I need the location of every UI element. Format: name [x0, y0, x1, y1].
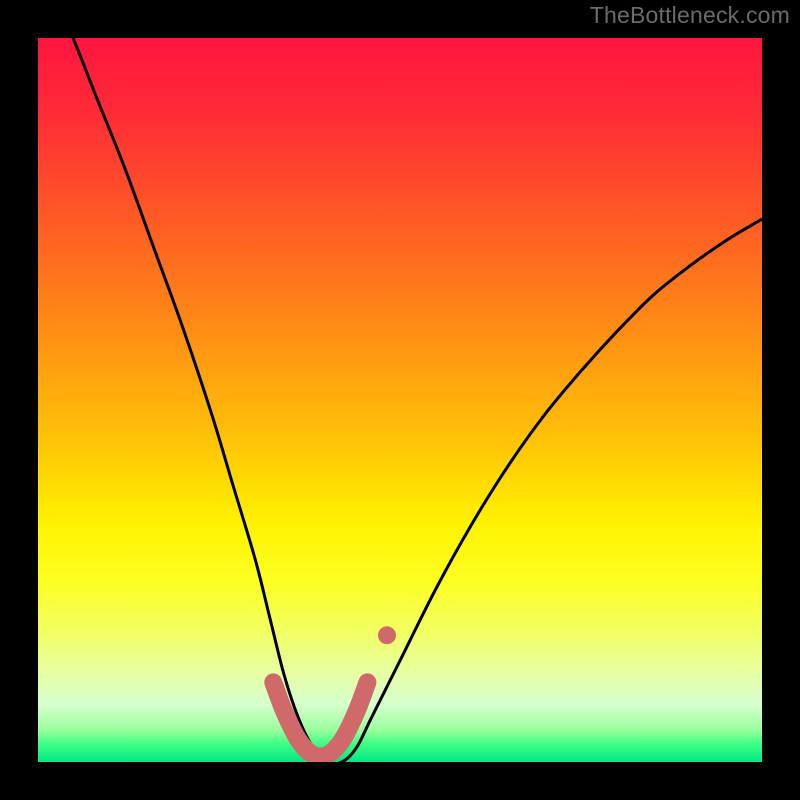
curve-layer: [38, 38, 762, 762]
highlight-band: [273, 682, 367, 756]
watermark-text: TheBottleneck.com: [590, 2, 790, 29]
highlight-dot: [378, 626, 396, 644]
chart-frame: TheBottleneck.com: [0, 0, 800, 800]
bottleneck-curve: [38, 38, 762, 762]
plot-area: [38, 38, 762, 762]
